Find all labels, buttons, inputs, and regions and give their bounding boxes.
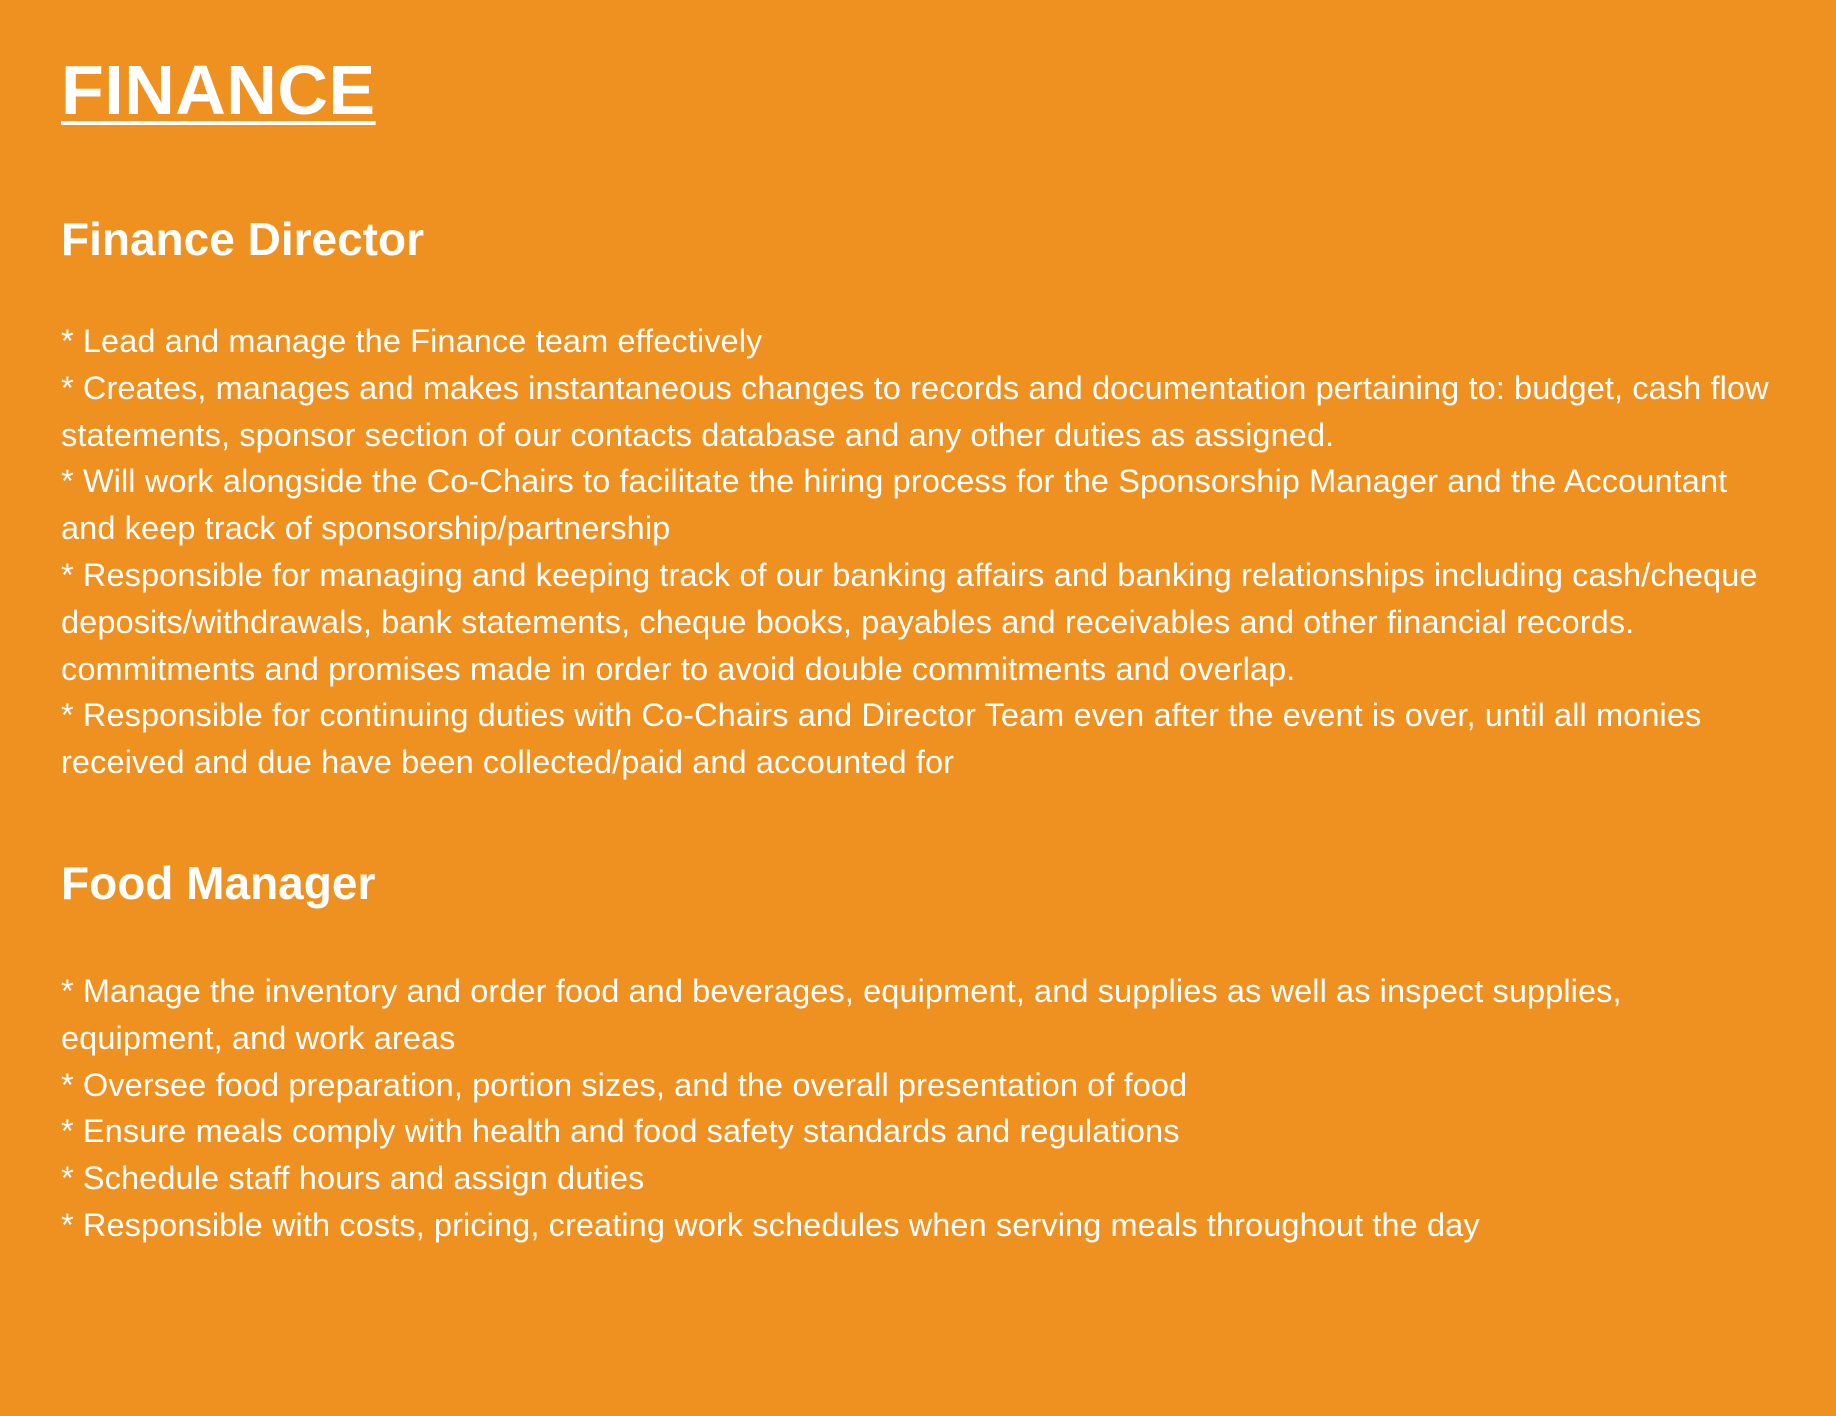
duty-item: commitments and promises made in order t… [61,650,1296,687]
duty-item: * Creates, manages and makes instantaneo… [61,369,1769,453]
duties-list: * Manage the inventory and order food an… [61,968,1776,1249]
duty-item: * Responsible for managing and keeping t… [61,556,1758,640]
duty-item: * Responsible with costs, pricing, creat… [61,1206,1480,1243]
duty-item: * Oversee food preparation, portion size… [61,1066,1188,1103]
duty-item: * Manage the inventory and order food an… [61,972,1622,1056]
duty-item: * Lead and manage the Finance team effec… [61,323,763,359]
section-heading: Finance Director [61,213,424,265]
duty-item: * Ensure meals comply with health and fo… [61,1113,1180,1150]
duty-item: * Responsible for continuing duties with… [61,697,1702,781]
duty-item: * Schedule staff hours and assign duties [61,1160,645,1197]
duties-list: * Lead and manage the Finance team effec… [61,318,1776,786]
section-food-manager: Food Manager * Manage the inventory and … [61,854,1776,1249]
duty-item: * Will work alongside the Co-Chairs to f… [61,463,1728,547]
section-finance-director: Finance Director * Lead and manage the F… [61,210,1776,786]
page-title: FINANCE [61,51,376,129]
section-heading: Food Manager [61,856,376,909]
document-page: FINANCE Finance Director * Lead and mana… [0,0,1836,1416]
